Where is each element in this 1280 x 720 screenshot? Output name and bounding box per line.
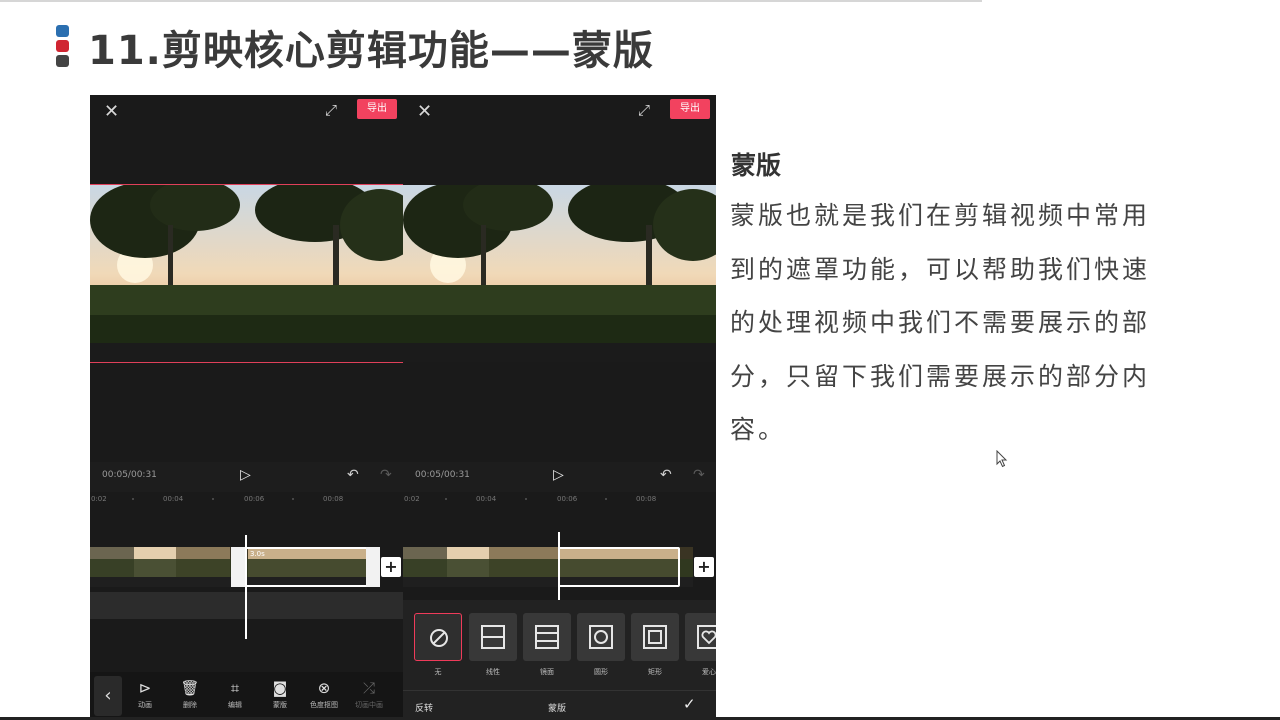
play-square-icon: ⊳ — [138, 679, 152, 697]
tool-label: 蒙版 — [273, 701, 287, 709]
ruler-tick: 00:08 — [636, 495, 657, 503]
mirror-icon — [523, 613, 571, 661]
ruler-tick: 00:04 — [163, 495, 184, 503]
trash-icon: 🗑 — [180, 679, 200, 697]
crop-icon: ⌗ — [230, 679, 240, 697]
close-icon[interactable]: ✕ — [104, 101, 119, 122]
time-display: 00:05/00:31 — [415, 470, 470, 480]
export-button[interactable]: 导出 — [357, 99, 397, 119]
bullet-blue — [56, 25, 69, 37]
ruler-tick: 00:06 — [244, 495, 265, 503]
top-rule — [0, 0, 982, 2]
redo-icon[interactable]: ↷ — [380, 467, 392, 483]
close-icon[interactable]: ✕ — [417, 101, 432, 122]
tool-label: 动画 — [138, 701, 152, 709]
timeline-ruler: 0:02 00:04 00:06 00:08 — [403, 492, 716, 510]
mask-option-label: 圆形 — [594, 668, 608, 676]
fullscreen-icon[interactable]: ⤢ — [325, 101, 337, 119]
back-button[interactable]: ‹ — [94, 676, 122, 716]
playback-controls: 00:05/00:31 ▷ ↶ ↷ — [90, 462, 403, 492]
tool-mask[interactable]: ◙ 蒙版 — [260, 678, 300, 710]
invert-button[interactable]: 反转 — [415, 701, 433, 714]
ruler-tick: 00:06 — [557, 495, 578, 503]
mask-option-label: 镜面 — [540, 668, 554, 676]
export-button[interactable]: 导出 — [670, 99, 710, 119]
tool-label: 色度抠图 — [310, 701, 338, 709]
circle-icon — [577, 613, 625, 661]
mask-icon: ◙ — [272, 679, 288, 697]
description-body: 蒙版也就是我们在剪辑视频中常用到的遮罩功能，可以帮助我们快速的处理视频中我们不需… — [730, 201, 1151, 444]
phone-screenshot-mask: ✕ ⤢ 导出 00:05/00:31 ▷ ↶ ↷ 0:02 00:04 00:0… — [403, 95, 716, 720]
none-icon — [414, 613, 462, 661]
ruler-tick: 00:08 — [323, 495, 344, 503]
playhead[interactable] — [558, 532, 560, 600]
phone-screenshot-edit: ✕ ⤢ 导出 00:05/00:31 ▷ ↶ ↷ 0:02 00:04 00:0… — [90, 95, 403, 720]
linear-icon — [469, 613, 517, 661]
edit-toolbar: ‹ ⊳ 动画 🗑 删除 ⌗ 编辑 ◙ 蒙版 ⊗ 色度抠图 ⤮ 切画中画 — [90, 672, 403, 720]
add-clip-button[interactable]: + — [694, 557, 714, 577]
mask-option-circle[interactable]: 圆形 — [577, 613, 625, 677]
mask-option-label: 矩形 — [648, 668, 662, 676]
chroma-key-icon: ⊗ — [317, 679, 331, 697]
redo-icon[interactable]: ↷ — [693, 467, 705, 483]
tool-edit[interactable]: ⌗ 编辑 — [215, 678, 255, 710]
mask-option-label: 爱心 — [702, 668, 716, 676]
title-bullets — [56, 25, 69, 70]
heart-icon — [685, 613, 716, 661]
clip-duration: 3.0s — [250, 550, 265, 558]
description-heading: 蒙版 — [731, 151, 782, 180]
ruler-dot — [132, 498, 134, 500]
clip-trim-handle-right[interactable] — [366, 547, 380, 587]
ruler-dot — [605, 498, 607, 500]
ruler-tick: 00:04 — [476, 495, 497, 503]
ruler-dot — [212, 498, 214, 500]
ruler-dot — [525, 498, 527, 500]
tool-chroma-key[interactable]: ⊗ 色度抠图 — [304, 678, 344, 710]
play-icon[interactable]: ▷ — [240, 467, 251, 483]
rectangle-icon — [631, 613, 679, 661]
undo-icon[interactable]: ↶ — [347, 467, 359, 483]
tool-label: 切画中画 — [355, 701, 383, 709]
mask-option-linear[interactable]: 线性 — [469, 613, 517, 677]
tool-animation[interactable]: ⊳ 动画 — [125, 678, 165, 710]
bullet-gray — [56, 55, 69, 67]
mask-panel-footer: 反转 蒙版 ✓ — [403, 690, 716, 720]
mask-option-heart[interactable]: 爱心 — [685, 613, 716, 677]
time-display: 00:05/00:31 — [102, 470, 157, 480]
clip-trim-handle-left[interactable] — [231, 547, 245, 587]
check-icon[interactable]: ✓ — [683, 695, 696, 713]
tool-label: 删除 — [183, 701, 197, 709]
ruler-tick: 0:02 — [91, 495, 107, 503]
selected-clip[interactable] — [558, 547, 680, 587]
page-title: 11.剪映核心剪辑功能——蒙版 — [88, 28, 654, 74]
timeline-ruler: 0:02 00:04 00:06 00:08 — [90, 492, 403, 510]
bullet-red — [56, 40, 69, 52]
mask-panel-title: 蒙版 — [548, 704, 567, 714]
mouse-cursor-icon — [996, 449, 1008, 472]
undo-icon[interactable]: ↶ — [660, 467, 672, 483]
ruler-dot — [445, 498, 447, 500]
tool-pip[interactable]: ⤮ 切画中画 — [349, 678, 389, 710]
add-clip-button[interactable]: + — [381, 557, 401, 577]
shuffle-icon: ⤮ — [362, 679, 375, 697]
playback-controls: 00:05/00:31 ▷ ↶ ↷ — [403, 462, 716, 492]
ruler-dot — [292, 498, 294, 500]
mask-option-none[interactable]: 无 — [414, 613, 462, 677]
mask-panel: 无 线性 镜面 圆形 矩形 爱心 反转 蒙版 ✓ — [403, 600, 716, 720]
tool-label: 编辑 — [228, 701, 242, 709]
mask-option-label: 无 — [434, 668, 442, 676]
fullscreen-icon[interactable]: ⤢ — [638, 101, 650, 119]
play-icon[interactable]: ▷ — [553, 467, 564, 483]
video-preview — [403, 185, 716, 362]
ruler-tick: 0:02 — [404, 495, 420, 503]
playhead[interactable] — [245, 535, 247, 639]
tool-delete[interactable]: 🗑 删除 — [170, 678, 210, 710]
mask-option-label: 线性 — [486, 668, 500, 676]
video-preview — [90, 185, 403, 362]
mask-option-mirror[interactable]: 镜面 — [523, 613, 571, 677]
mask-option-rectangle[interactable]: 矩形 — [631, 613, 679, 677]
